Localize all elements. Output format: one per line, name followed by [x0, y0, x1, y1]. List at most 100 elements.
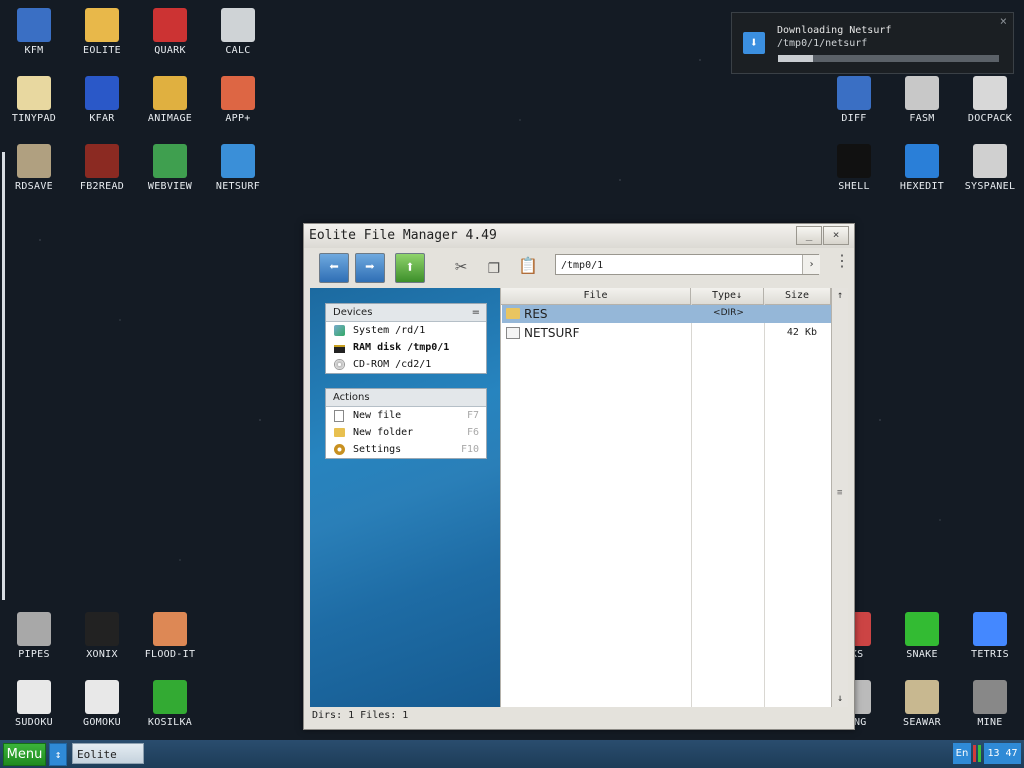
menu-button[interactable]: Menu: [3, 743, 46, 766]
floppy-icon: [17, 8, 51, 42]
toolbar: ⬅ ➡ ⬆ ✂ ❐ 📋 /tmp0/1 › ⋮: [310, 251, 850, 285]
desktop-icon-calc[interactable]: CALC: [204, 8, 272, 56]
desktop-icon-label: DIFF: [841, 113, 867, 124]
file-list: File Type↓ Size RES <DIR> NETSURF 42 Kb …: [500, 288, 848, 707]
pencil-ruler-icon: [153, 76, 187, 110]
desktop-icon-label: SNAKE: [906, 649, 938, 660]
switch-windows-button[interactable]: ↕: [49, 743, 67, 766]
desktop-icon-flood-it[interactable]: FLOOD-IT: [136, 612, 204, 660]
column-size[interactable]: Size: [764, 288, 831, 304]
desktop-icon-seawar[interactable]: SEAWAR: [888, 680, 956, 728]
file-row-netsurf[interactable]: NETSURF 42 Kb: [502, 324, 831, 342]
desktop-icon-animage[interactable]: ANIMAGE: [136, 76, 204, 124]
toolbar-more-icon[interactable]: ⋮: [834, 253, 850, 269]
cut-button[interactable]: ✂: [447, 253, 475, 281]
desktop-icon-gomoku[interactable]: GOMOKU: [68, 680, 136, 728]
file-row-res[interactable]: RES <DIR>: [502, 305, 831, 323]
desktop-icon-app-[interactable]: APP+: [204, 76, 272, 124]
desktop-icon-shell[interactable]: SHELL: [820, 144, 888, 192]
taskbar: Menu ↕ Eolite En 13 47: [0, 740, 1024, 768]
desktop-icon-diff[interactable]: DIFF: [820, 76, 888, 124]
notification-path: /tmp0/1/netsurf: [777, 38, 868, 49]
scroll-up-arrow[interactable]: ↑: [832, 288, 848, 304]
pipes-icon: [17, 612, 51, 646]
action-settings[interactable]: Settings F10: [326, 441, 486, 458]
up-folder-button[interactable]: ⬆: [395, 253, 425, 283]
desktop-icon-pipes[interactable]: PIPES: [0, 612, 68, 660]
desktop-icon-sudoku[interactable]: SUDOKU: [0, 680, 68, 728]
window-titlebar[interactable]: Eolite File Manager 4.49 _ ×: [304, 224, 854, 248]
action-new-folder[interactable]: New folder F6: [326, 424, 486, 441]
close-button[interactable]: ×: [823, 226, 849, 245]
tray-indicator-red: [973, 745, 976, 762]
desktop-icon-label: DOCPACK: [967, 113, 1013, 124]
clock[interactable]: 13 47: [984, 743, 1021, 764]
device-item-system[interactable]: System /rd/1: [326, 322, 486, 339]
device-item-cdrom[interactable]: CD-ROM /cd2/1: [326, 356, 486, 373]
vertical-scrollbar[interactable]: ↑ ≡ ↓: [831, 288, 848, 707]
column-file[interactable]: File: [501, 288, 691, 304]
language-indicator[interactable]: En: [953, 743, 971, 764]
desktop-icon-mine[interactable]: MINE: [956, 680, 1024, 728]
diff-icon: [837, 76, 871, 110]
browser-icon: [153, 144, 187, 178]
file-name: RES: [524, 307, 548, 321]
action-shortcut: F7: [466, 410, 479, 421]
minimize-button[interactable]: _: [796, 226, 822, 245]
desktop-icon-label: KFAR: [89, 113, 115, 124]
action-shortcut: F10: [460, 444, 479, 455]
sudoku-icon: [17, 680, 51, 714]
actions-header: Actions: [326, 389, 486, 407]
desktop-icon-hexedit[interactable]: HEXEDIT: [888, 144, 956, 192]
desktop-icon-label: SUDOKU: [15, 717, 53, 728]
desktop-icon-fb2read[interactable]: FB2READ: [68, 144, 136, 192]
action-shortcut: F6: [466, 427, 479, 438]
desktop-icon-xonix[interactable]: XONIX: [68, 612, 136, 660]
desktop-icon-tetris[interactable]: TETRIS: [956, 612, 1024, 660]
desktop-icon-docpack[interactable]: DOCPACK: [956, 76, 1024, 124]
desktop-icon-quark[interactable]: QUARK: [136, 8, 204, 56]
cube-icon: [221, 76, 255, 110]
path-go-button[interactable]: ›: [802, 255, 820, 274]
desktop-icon-webview[interactable]: WEBVIEW: [136, 144, 204, 192]
desktop-icon-fasm[interactable]: FASM: [888, 76, 956, 124]
forward-button[interactable]: ➡: [355, 253, 385, 283]
notification-title: Downloading Netsurf: [777, 25, 892, 36]
column-type[interactable]: Type↓: [691, 288, 764, 304]
copy-button[interactable]: ❐: [480, 253, 508, 281]
devices-header[interactable]: Devices =: [326, 304, 486, 322]
desktop-icon-label: TINYPAD: [11, 113, 57, 124]
taskbar-item-eolite[interactable]: Eolite: [72, 743, 144, 764]
folder-icon: [506, 308, 520, 319]
desktop-icon-label: RDSAVE: [15, 181, 53, 192]
desktop-icon-eolite[interactable]: EOLITE: [68, 8, 136, 56]
desktop-icon-syspanel[interactable]: SYSPANEL: [956, 144, 1024, 192]
desktop-icon-kfar[interactable]: KFAR: [68, 76, 136, 124]
cdrom-icon: [334, 359, 345, 370]
desktop-icon-label: SHELL: [838, 181, 870, 192]
desktop-icon-label: KOSILKA: [147, 717, 193, 728]
chip-icon: [905, 76, 939, 110]
desktop-icon-rdsave[interactable]: RDSAVE: [0, 144, 68, 192]
sliders-icon: [973, 144, 1007, 178]
desktop-icon-label: WEBVIEW: [147, 181, 193, 192]
column-divider: [764, 304, 765, 707]
devices-collapse-icon[interactable]: =: [472, 304, 480, 321]
notification-close-icon[interactable]: ×: [1000, 14, 1007, 28]
back-button[interactable]: ⬅: [319, 253, 349, 283]
path-input[interactable]: /tmp0/1: [555, 254, 819, 275]
actions-box: Actions New file F7 New folder F6 Settin…: [325, 388, 487, 459]
scroll-grip-icon[interactable]: ≡: [837, 488, 842, 498]
desktop-icon-netsurf[interactable]: NETSURF: [204, 144, 272, 192]
device-label: System /rd/1: [353, 325, 426, 336]
desktop-icon-kosilka[interactable]: KOSILKA: [136, 680, 204, 728]
scroll-down-arrow[interactable]: ↓: [832, 691, 848, 707]
column-divider: [691, 304, 692, 707]
desktop-icon-label: FLOOD-IT: [144, 649, 196, 660]
device-item-ramdisk[interactable]: RAM disk /tmp0/1: [326, 339, 486, 356]
action-new-file[interactable]: New file F7: [326, 407, 486, 424]
desktop-icon-tinypad[interactable]: TINYPAD: [0, 76, 68, 124]
desktop-icon-kfm[interactable]: KFM: [0, 8, 68, 56]
paste-button[interactable]: 📋: [514, 253, 542, 281]
desktop-icon-snake[interactable]: SNAKE: [888, 612, 956, 660]
